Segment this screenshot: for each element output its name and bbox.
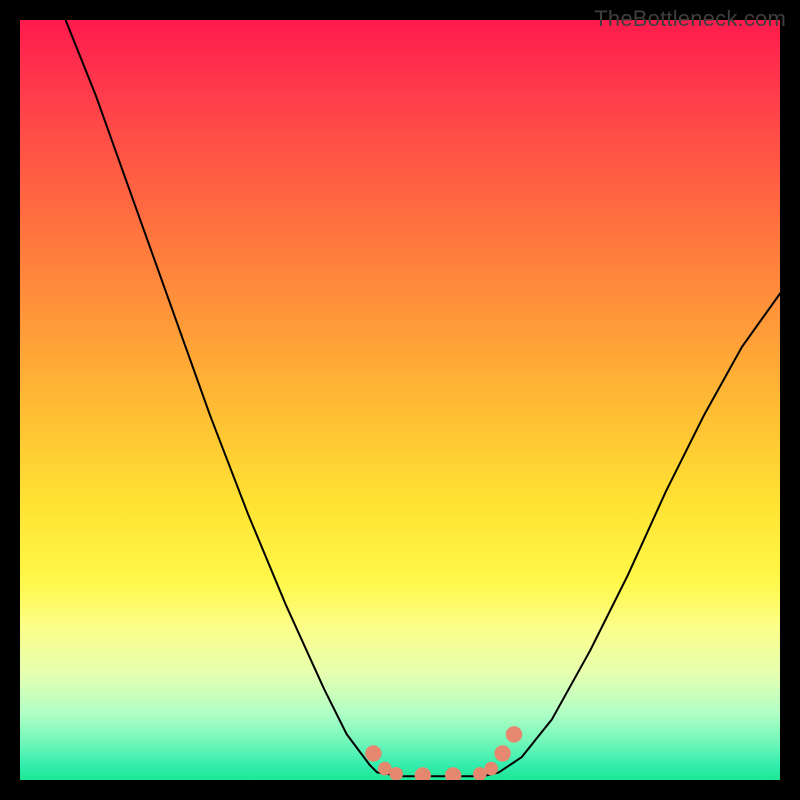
chart-frame: TheBottleneck.com: [0, 0, 800, 800]
watermark-text: TheBottleneck.com: [594, 6, 786, 32]
plot-area: [20, 20, 780, 780]
curve-marker: [365, 745, 381, 761]
curve-marker: [415, 767, 431, 780]
curve-marker: [445, 767, 461, 780]
bottleneck-curve: [66, 20, 780, 776]
curve-marker: [494, 745, 510, 761]
curve-marker: [506, 726, 522, 742]
curve-layer: [20, 20, 780, 780]
curve-marker: [484, 762, 498, 776]
